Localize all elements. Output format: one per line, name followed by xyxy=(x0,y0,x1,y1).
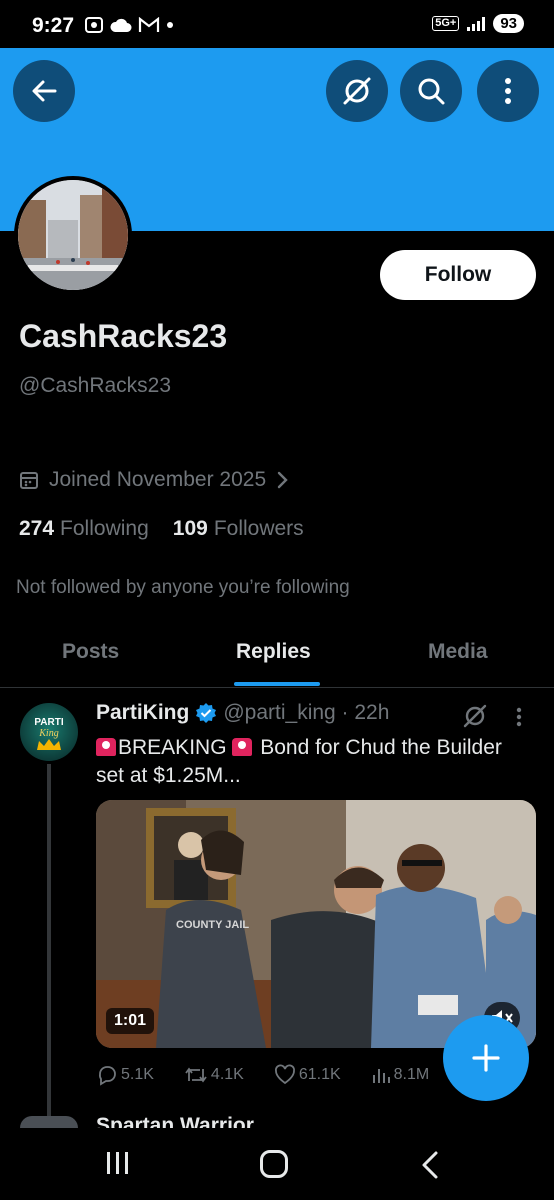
back-button[interactable] xyxy=(13,60,75,122)
tweet-handle-time: @parti_king · 22h xyxy=(223,701,390,724)
repost-count: 4.1K xyxy=(210,1066,244,1083)
tweet-actions: 5.1K 4.1K 61.1K 8.1M xyxy=(96,1064,459,1086)
not-followed-notice: Not followed by anyone you’re following xyxy=(16,577,350,598)
grok-button[interactable] xyxy=(326,60,388,122)
grok-icon xyxy=(463,704,487,728)
screenshot-icon xyxy=(85,17,103,33)
views-button[interactable]: 8.1M xyxy=(371,1064,430,1086)
siren-emoji-icon xyxy=(232,738,253,756)
dot-icon xyxy=(167,22,173,28)
follow-counts: 274 Following 109 Followers xyxy=(19,517,304,541)
followers-count: 109 xyxy=(172,517,208,540)
svg-text:PARTI: PARTI xyxy=(34,717,63,728)
system-nav-bar xyxy=(0,1128,554,1200)
recent-apps-button[interactable] xyxy=(107,1152,128,1174)
profile-avatar[interactable] xyxy=(14,176,132,294)
tweet-text: BREAKING Bond for Chud the Builder set a… xyxy=(96,734,516,790)
tab-replies[interactable]: Replies xyxy=(236,640,311,664)
reply-button[interactable]: 5.1K xyxy=(96,1064,154,1086)
tab-posts[interactable]: Posts xyxy=(62,640,119,664)
thread-line xyxy=(47,764,51,1124)
grok-icon xyxy=(343,77,371,105)
svg-text:King: King xyxy=(38,728,58,739)
repost-button[interactable]: 4.1K xyxy=(184,1064,244,1086)
username-handle: @CashRacks23 xyxy=(19,374,172,397)
followers-label: Followers xyxy=(213,517,304,540)
following-label: Following xyxy=(60,517,149,540)
next-tweet-avatar[interactable] xyxy=(20,1116,78,1128)
video-duration: 1:01 xyxy=(106,1008,155,1034)
like-count: 61.1K xyxy=(298,1066,341,1083)
following-count: 274 xyxy=(19,517,55,540)
reply-count: 5.1K xyxy=(121,1066,154,1083)
display-name: CashRacks23 xyxy=(19,318,228,354)
views-count: 8.1M xyxy=(393,1066,430,1083)
verified-badge-icon xyxy=(196,703,217,723)
views-chart-icon xyxy=(372,1069,390,1083)
calendar-icon xyxy=(20,472,38,489)
network-indicator: 5G+ xyxy=(432,16,460,31)
search-button[interactable] xyxy=(400,60,462,122)
follow-button[interactable]: Follow xyxy=(380,250,536,300)
profile-tabs: Posts Replies Media xyxy=(0,618,554,688)
chevron-left-icon xyxy=(422,1151,438,1179)
plus-icon xyxy=(472,1044,500,1072)
reply-icon xyxy=(98,1066,116,1086)
tweet-more-button[interactable] xyxy=(515,706,523,733)
battery-indicator: 93 xyxy=(493,14,524,33)
siren-emoji-icon xyxy=(96,738,116,756)
more-vertical-icon xyxy=(505,78,511,104)
tab-media[interactable]: Media xyxy=(428,640,488,664)
status-time: 9:27 xyxy=(32,14,75,37)
gmail-icon xyxy=(138,17,160,32)
compose-button[interactable] xyxy=(443,1015,529,1101)
active-tab-indicator xyxy=(234,682,320,686)
avatar-street-image xyxy=(18,180,128,290)
joined-date[interactable]: Joined November 2025 xyxy=(19,468,290,492)
heart-icon xyxy=(274,1064,295,1085)
repost-icon xyxy=(185,1067,207,1083)
more-vertical-icon xyxy=(516,707,522,727)
video-thumbnail: COUNTY JAIL xyxy=(96,800,536,1048)
partiking-logo: PARTI King xyxy=(34,717,64,750)
tweet-header: PartiKing @parti_king · 22h xyxy=(96,701,389,725)
status-bar: 9:27 5G+ 93 xyxy=(0,0,554,50)
status-icons xyxy=(84,16,174,34)
search-icon xyxy=(418,78,445,105)
joined-text: Joined November 2025 xyxy=(49,468,267,491)
video-overlay-text: COUNTY JAIL xyxy=(176,919,249,931)
home-button[interactable] xyxy=(260,1150,288,1178)
following-count-link[interactable]: 274 Following xyxy=(19,517,149,541)
tweet-video[interactable]: COUNTY JAIL 1:01 xyxy=(96,800,536,1048)
tweet-grok-button[interactable] xyxy=(462,703,488,734)
more-options-button[interactable] xyxy=(477,60,539,122)
tweet-author-avatar[interactable]: PARTI King xyxy=(20,703,78,761)
cloud-icon xyxy=(110,18,132,32)
system-back-button[interactable] xyxy=(420,1150,440,1185)
tweet-author-name[interactable]: PartiKing xyxy=(96,701,189,725)
chevron-right-icon xyxy=(277,471,288,489)
followers-count-link[interactable]: 109 Followers xyxy=(173,517,304,541)
status-right: 5G+ 93 xyxy=(432,14,524,33)
next-tweet-author[interactable]: Spartan Warrior xyxy=(96,1114,254,1128)
signal-icon xyxy=(467,16,486,31)
tweet-text-breaking: BREAKING xyxy=(118,736,227,759)
like-button[interactable]: 61.1K xyxy=(274,1064,341,1086)
back-arrow-icon xyxy=(32,80,57,102)
